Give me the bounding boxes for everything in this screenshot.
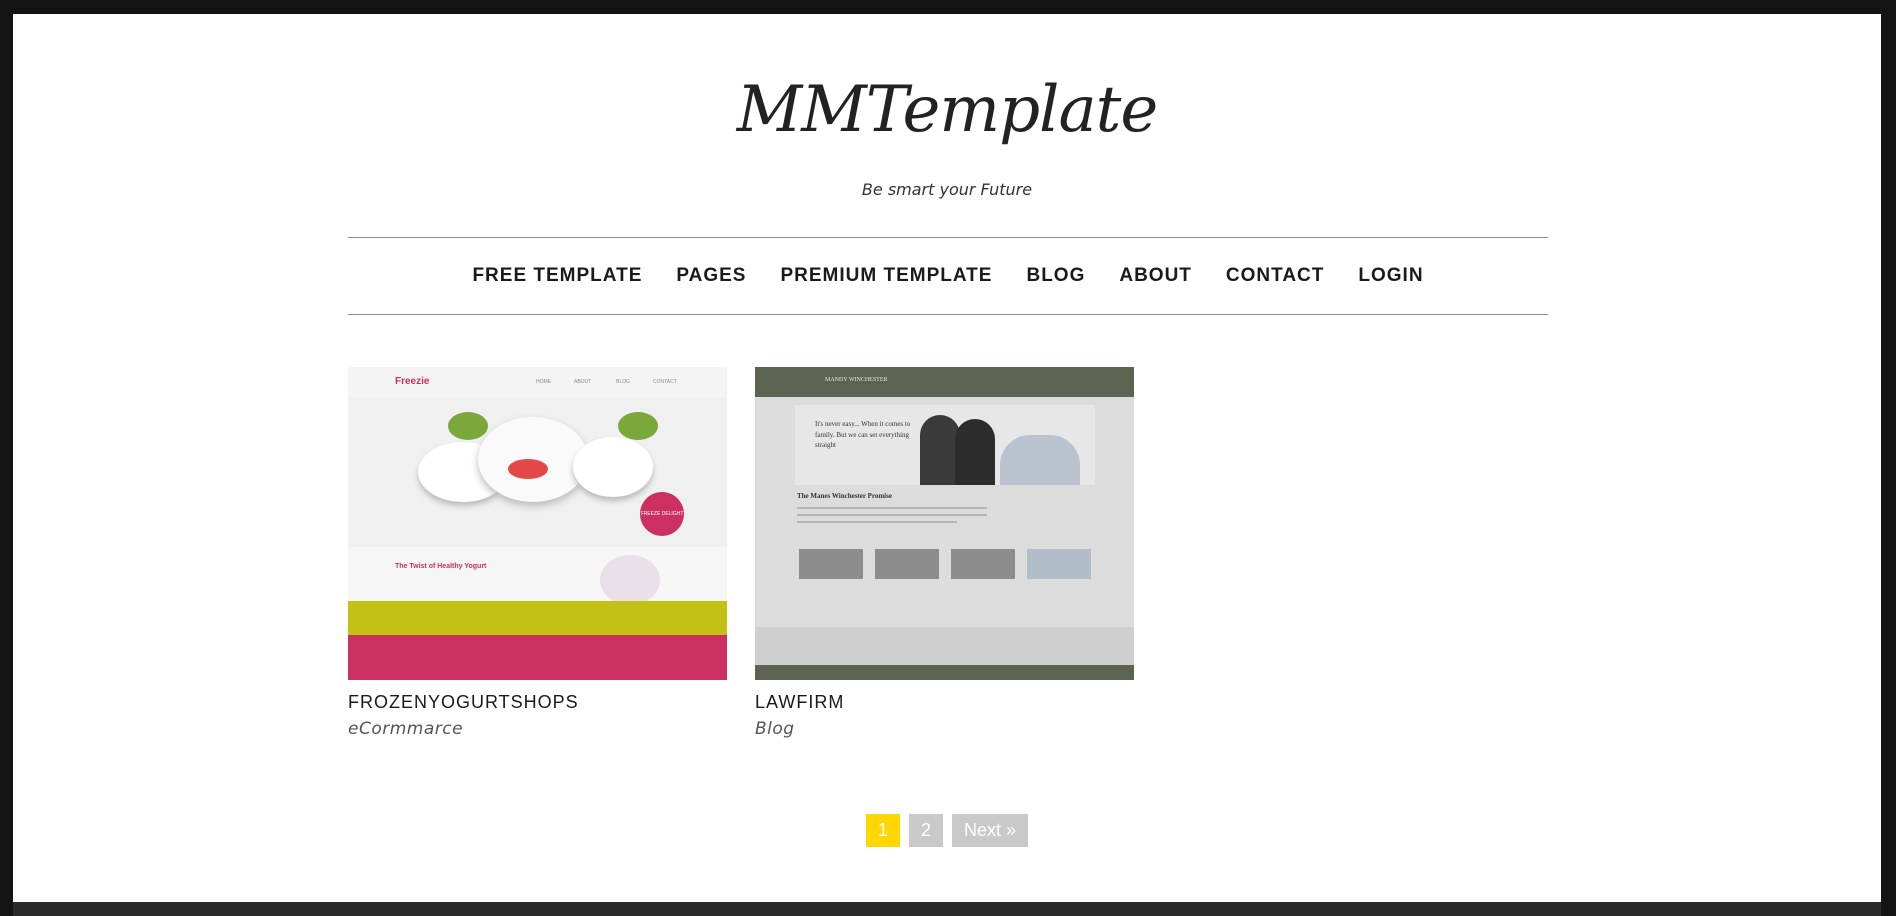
thumb-hero-text: It's never easy... When it comes to fami…: [815, 420, 911, 449]
thumb-brand: MANDY WINCHESTER: [825, 377, 888, 383]
people-image: [955, 419, 995, 485]
thumb-hero: It's never easy... When it comes to fami…: [795, 405, 1095, 485]
thumb-footer: [755, 665, 1134, 680]
page-2-button[interactable]: 2: [908, 814, 943, 847]
template-category: eCormmarce: [348, 719, 464, 739]
thumb-heading: The Manes Winchester Promise: [797, 492, 892, 500]
fruit-image: [508, 459, 548, 479]
site-tagline: Be smart your Future: [861, 180, 1033, 199]
next-page-button[interactable]: Next »: [952, 814, 1029, 847]
pagination: 1 2 Next »: [13, 814, 1881, 847]
template-thumbnail[interactable]: MANDY WINCHESTER It's never easy... When…: [755, 367, 1134, 680]
people-image: [920, 415, 960, 485]
page-container: MMTemplate Be smart your Future FREE TEM…: [13, 14, 1881, 902]
nav-item-about[interactable]: ABOUT: [1119, 265, 1192, 287]
thumb-hero: FREEZE DELIGHT: [348, 397, 727, 547]
nav-item-free-template[interactable]: FREE TEMPLATE: [472, 265, 642, 287]
thumb-text-line: [797, 521, 957, 523]
template-title[interactable]: LAWFIRM: [755, 692, 1134, 713]
site-logo[interactable]: MMTemplate: [13, 78, 1881, 142]
template-thumbnail[interactable]: Freezie HOME ABOUT BLOG CONTACT FREEZE D…: [348, 367, 727, 680]
people-image: [1000, 435, 1080, 485]
nav-item-blog[interactable]: BLOG: [1026, 265, 1085, 287]
thumb-footer: [348, 635, 727, 680]
thumb-menu-item: HOME: [536, 379, 551, 385]
yogurt-cup-image: [600, 555, 660, 605]
thumb-image-box: [951, 549, 1015, 579]
thumb-menu-item: ABOUT: [574, 379, 592, 385]
thumb-menu-item: CONTACT: [653, 379, 677, 385]
thumb-text-line: [797, 514, 987, 516]
main-nav: FREE TEMPLATE PAGES PREMIUM TEMPLATE BLO…: [348, 237, 1548, 315]
thumb-header: MANDY WINCHESTER: [755, 367, 1134, 397]
template-title[interactable]: FROZENYOGURTSHOPS: [348, 692, 727, 713]
template-card: MANDY WINCHESTER It's never easy... When…: [755, 367, 1134, 739]
nav-item-contact[interactable]: CONTACT: [1226, 265, 1324, 287]
thumb-brand: Freezie: [395, 376, 430, 387]
thumb-image-box: [799, 549, 863, 579]
yogurt-bowl-image: [573, 437, 653, 497]
thumb-image-box: [875, 549, 939, 579]
thumb-text-line: [797, 507, 987, 509]
page-1-button[interactable]: 1: [865, 814, 900, 847]
nav-item-pages[interactable]: PAGES: [676, 265, 746, 287]
nav-item-login[interactable]: LOGIN: [1358, 265, 1423, 287]
thumb-heading: The Twist of Healthy Yogurt: [395, 563, 487, 570]
thumb-info-section: [755, 627, 1134, 665]
thumb-badge: FREEZE DELIGHT: [640, 492, 684, 536]
thumb-image-box: [1027, 549, 1091, 579]
thumb-feature-bar: [348, 601, 727, 635]
footer-bar: [13, 902, 1881, 916]
mint-leaf-image: [448, 412, 488, 440]
template-card: Freezie HOME ABOUT BLOG CONTACT FREEZE D…: [348, 367, 727, 739]
thumb-menu-item: BLOG: [616, 379, 630, 385]
template-category: Blog: [755, 719, 795, 739]
mint-leaf-image: [618, 412, 658, 440]
nav-item-premium-template[interactable]: PREMIUM TEMPLATE: [780, 265, 992, 287]
thumb-section: The Twist of Healthy Yogurt: [348, 547, 727, 605]
